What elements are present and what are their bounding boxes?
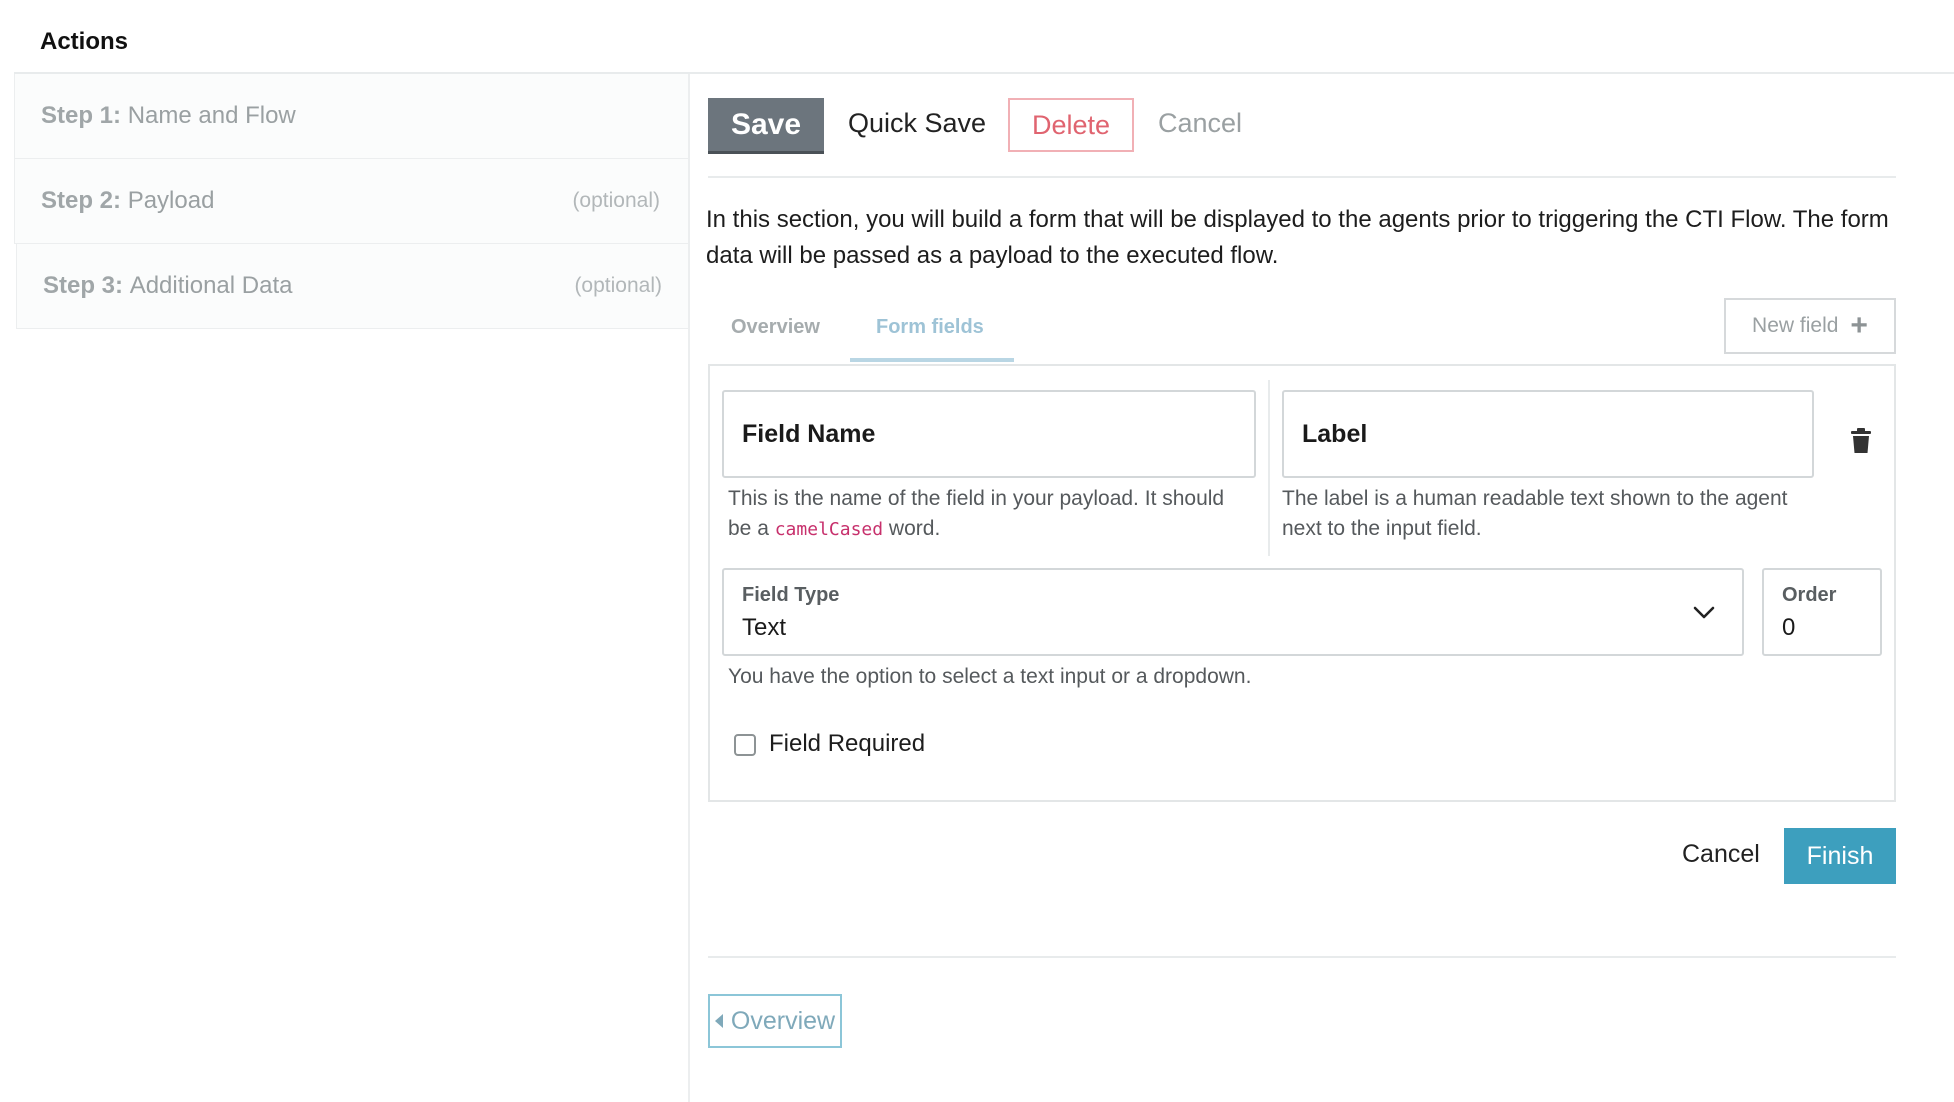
- back-label: Overview: [730, 1006, 836, 1035]
- field-name-help: This is the name of the field in your pa…: [728, 487, 1225, 540]
- field-type-value: Text: [742, 614, 787, 641]
- caret-left-icon: [714, 1014, 723, 1028]
- section-description: In this section, you will build a form t…: [706, 206, 1889, 269]
- quick-save-button[interactable]: Quick Save: [848, 108, 986, 139]
- field-type-select[interactable]: Field Type Text: [722, 568, 1744, 656]
- footer-divider: [708, 956, 1896, 958]
- back-to-overview-button[interactable]: Overview: [708, 994, 842, 1048]
- active-tab-indicator: [850, 358, 1014, 362]
- step-optional-tag: (optional): [574, 274, 662, 297]
- new-field-label: New field: [1752, 314, 1839, 337]
- step-label: Step 2: Payload: [41, 187, 215, 214]
- camelcased-code: camelCased: [774, 519, 884, 540]
- step-item-name-and-flow[interactable]: Step 1: Name and Flow: [14, 74, 688, 159]
- finish-button[interactable]: Finish: [1784, 828, 1896, 884]
- toolbar-divider: [708, 176, 1896, 178]
- order-label: Order: [1782, 584, 1837, 606]
- panel-divider: [688, 74, 690, 1102]
- order-value: 0: [1782, 614, 1796, 641]
- plus-icon: +: [1850, 309, 1868, 342]
- field-name-placeholder: Field Name: [742, 420, 876, 448]
- delete-button[interactable]: Delete: [1008, 98, 1134, 152]
- field-type-label: Field Type: [742, 584, 840, 606]
- label-input[interactable]: Label: [1282, 390, 1814, 478]
- field-name-input[interactable]: Field Name: [722, 390, 1256, 478]
- save-button[interactable]: Save: [708, 98, 824, 154]
- tab-form-fields[interactable]: Form fields: [876, 316, 984, 339]
- step-label: Step 3: Additional Data: [43, 272, 293, 299]
- new-field-button[interactable]: New field +: [1724, 298, 1896, 354]
- step-optional-tag: (optional): [572, 189, 660, 212]
- cancel-button[interactable]: Cancel: [1158, 108, 1242, 139]
- label-placeholder: Label: [1302, 420, 1368, 448]
- step-item-payload[interactable]: Step 2: Payload (optional): [14, 159, 688, 244]
- column-divider: [1268, 380, 1270, 556]
- tab-overview[interactable]: Overview: [731, 316, 820, 339]
- step-item-additional-data[interactable]: Step 3: Additional Data (optional): [16, 244, 690, 329]
- steps-panel: Step 1: Name and Flow Step 2: Payload (o…: [14, 74, 690, 329]
- chevron-down-icon: [1692, 600, 1716, 629]
- trash-icon[interactable]: [1850, 428, 1872, 459]
- page-title: Actions: [40, 28, 129, 55]
- field-type-help: You have the option to select a text inp…: [728, 665, 1252, 688]
- step-label: Step 1: Name and Flow: [41, 102, 296, 129]
- field-required-label[interactable]: Field Required: [769, 730, 925, 758]
- label-help: The label is a human readable text shown…: [1282, 487, 1788, 540]
- order-input[interactable]: Order 0: [1762, 568, 1882, 656]
- field-required-checkbox[interactable]: [734, 734, 756, 756]
- cancel-form-button[interactable]: Cancel: [1682, 840, 1760, 869]
